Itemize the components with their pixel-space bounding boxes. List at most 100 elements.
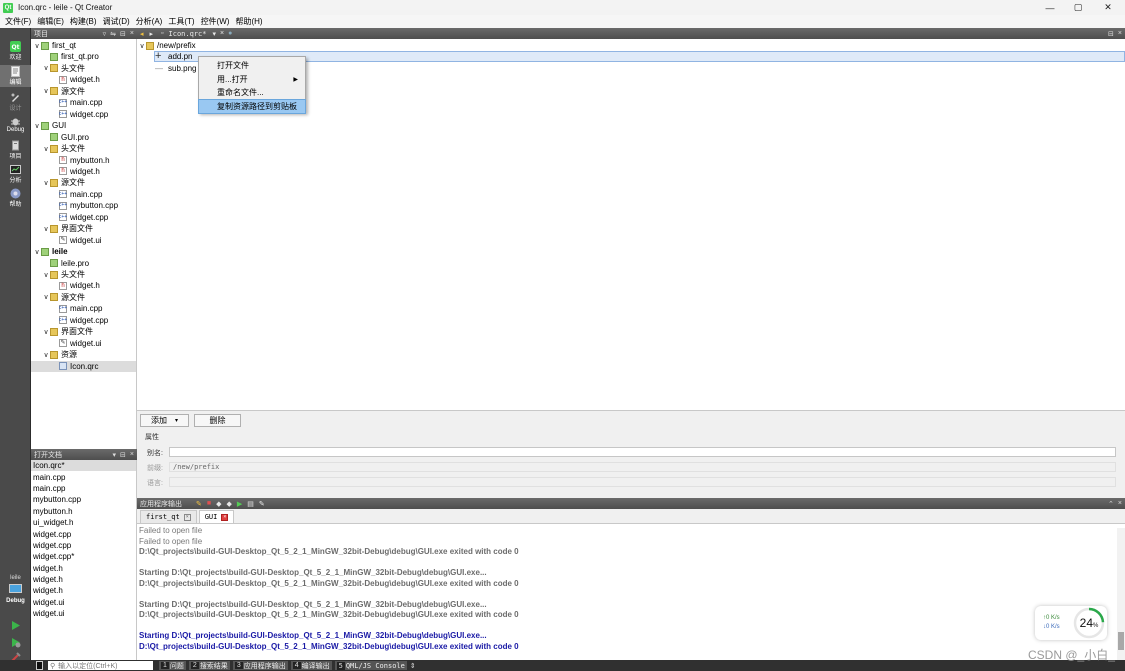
split-icon[interactable]: ⊟ [120,30,126,38]
open-document-item[interactable]: widget.h [31,585,136,596]
menu-copy-resource-path[interactable]: 复制资源路径到剪贴板 [198,98,306,114]
close-editor-icon[interactable]: × [1118,30,1122,37]
output-tab-gui[interactable]: GUI × [198,510,235,523]
tree-item[interactable]: h widget.h [31,74,136,85]
project-pane-title[interactable]: 项目 [34,29,48,39]
tree-item[interactable]: ∨ 头文件 [31,63,136,74]
next-icon[interactable]: ◆ [227,500,232,508]
menu-help[interactable]: 帮助(H) [232,16,265,27]
output-tab-first-qt[interactable]: first_qt × [140,510,197,523]
tree-item[interactable]: h mybutton.h [31,155,136,166]
minimize-button[interactable]: — [1036,0,1064,15]
mode-help[interactable]: 帮助 [0,187,31,209]
sidebar-toggle-icon[interactable] [36,661,43,670]
chevron-down-icon[interactable]: ∨ [42,64,50,72]
tree-item[interactable]: ∨ 头文件 [31,143,136,154]
tree-item[interactable]: Icon.qrc [31,360,136,372]
chevron-down-icon[interactable]: ∨ [42,179,50,187]
tree-item[interactable]: ∨ 界面文件 [31,223,136,234]
status-tab-app-output[interactable]: 3 应用程序输出 [232,661,288,670]
chevron-down-icon[interactable]: ∨ [42,225,50,233]
close-file-icon[interactable]: × [220,30,224,37]
tree-item[interactable]: first_qt.pro [31,51,136,62]
chevron-down-icon[interactable]: ∨ [33,248,41,256]
chevron-down-icon[interactable]: ∨ [42,328,50,336]
menu-open-file[interactable]: 打开文件 [199,59,305,73]
attach-icon[interactable]: ✎ [196,500,202,508]
open-document-item[interactable]: widget.ui [31,597,136,608]
tree-item[interactable]: ∨ 源文件 [31,292,136,303]
clear-icon[interactable]: ▤ [247,500,254,508]
close-pane-icon[interactable]: × [1118,500,1122,507]
run-icon[interactable]: ▶ [237,500,242,508]
chevron-down-icon[interactable]: ∨ [42,293,50,301]
filter-icon[interactable]: ▿ [103,30,107,38]
menu-debug[interactable]: 调试(D) [100,16,133,27]
tree-item[interactable]: ∨ GUI [31,120,136,131]
tree-item[interactable]: leile.pro [31,258,136,269]
open-document-item[interactable]: widget.cpp [31,540,136,551]
forward-icon[interactable]: ▸ [150,30,154,38]
mode-design[interactable]: 设计 [0,91,31,113]
menu-file[interactable]: 文件(F) [2,16,34,27]
file-dropdown-icon[interactable]: ▾ [212,30,216,38]
open-document-item[interactable]: Icon.qrc* [31,460,136,472]
mode-welcome[interactable]: Qt 欢迎 [0,40,31,62]
close-tab-icon[interactable]: × [221,513,229,521]
language-field[interactable] [169,477,1116,487]
mode-analyze[interactable]: 分析 [0,163,31,185]
back-icon[interactable]: ◂ [140,30,144,38]
locator-input[interactable]: ⚲ 输入以定位(Ctrl+K) [48,661,153,670]
tree-item[interactable]: ∨ 源文件 [31,86,136,97]
menu-edit[interactable]: 编辑(E) [34,16,67,27]
open-document-item[interactable]: widget.cpp* [31,551,136,562]
run-icon[interactable] [10,620,21,631]
sync-icon[interactable]: ⇋ [110,30,116,38]
tree-item[interactable]: ∨ 界面文件 [31,326,136,337]
prefix-field[interactable]: /new/prefix [169,462,1116,472]
mode-projects[interactable]: 项目 [0,139,31,161]
menu-analyze[interactable]: 分析(A) [133,16,166,27]
add-button[interactable]: 添加 ▾ [140,414,189,427]
close-button[interactable]: ✕ [1094,0,1122,15]
menu-open-with[interactable]: 用...打开 ▶ [199,73,305,87]
menu-build[interactable]: 构建(B) [67,16,100,27]
pin-icon[interactable]: ✎ [259,500,265,508]
chevron-down-icon[interactable]: ∨ [33,122,41,130]
maximize-button[interactable]: ▢ [1064,0,1092,15]
alias-field[interactable] [169,447,1116,457]
debug-run-icon[interactable] [10,637,21,648]
mode-edit[interactable]: 编辑 [0,65,31,87]
status-tab-qml-console[interactable]: 5 QML/JS Console [334,661,407,670]
tree-item[interactable]: ∨ 源文件 [31,177,136,188]
menu-tools[interactable]: 工具(T) [165,16,197,27]
previous-icon[interactable]: ◆ [216,500,221,508]
chevron-down-icon[interactable]: ∨ [42,351,50,359]
open-document-item[interactable]: widget.cpp [31,528,136,539]
open-document-item[interactable]: widget.h [31,563,136,574]
tree-item[interactable]: ✎ widget.ui [31,235,136,246]
open-document-item[interactable]: ui_widget.h [31,517,136,528]
open-document-item[interactable]: widget.h [31,574,136,585]
more-tabs-icon[interactable]: ⇕ [410,662,416,670]
split-icon[interactable]: ⊟ [1108,30,1114,38]
status-tab-issues[interactable]: 1 问题 [159,661,186,670]
tree-item[interactable]: ∨ 头文件 [31,269,136,280]
chevron-down-icon[interactable]: ∨ [33,42,41,50]
resource-file-row[interactable]: — sub.png [155,63,196,74]
open-document-item[interactable]: mybutton.cpp [31,494,136,505]
output-scrollbar[interactable] [1117,528,1125,660]
tree-item[interactable]: c++ main.cpp [31,189,136,200]
close-pane-icon[interactable]: × [130,451,134,458]
prefix-node[interactable]: ∨ /new/prefix [138,40,195,51]
scrollbar-thumb[interactable] [1118,632,1124,650]
status-tab-compile-output[interactable]: 4 编译输出 [290,661,332,670]
split-icon[interactable]: ⊟ [120,451,126,459]
close-tab-icon[interactable]: × [183,513,191,521]
tree-item[interactable]: h widget.h [31,280,136,291]
menu-rename-file[interactable]: 重命名文件... [199,86,305,100]
tree-item[interactable]: c++ widget.cpp [31,109,136,120]
stop-icon[interactable]: ■ [207,500,211,507]
tree-item[interactable]: ∨ first_qt [31,40,136,51]
open-document-item[interactable]: widget.ui [31,608,136,619]
